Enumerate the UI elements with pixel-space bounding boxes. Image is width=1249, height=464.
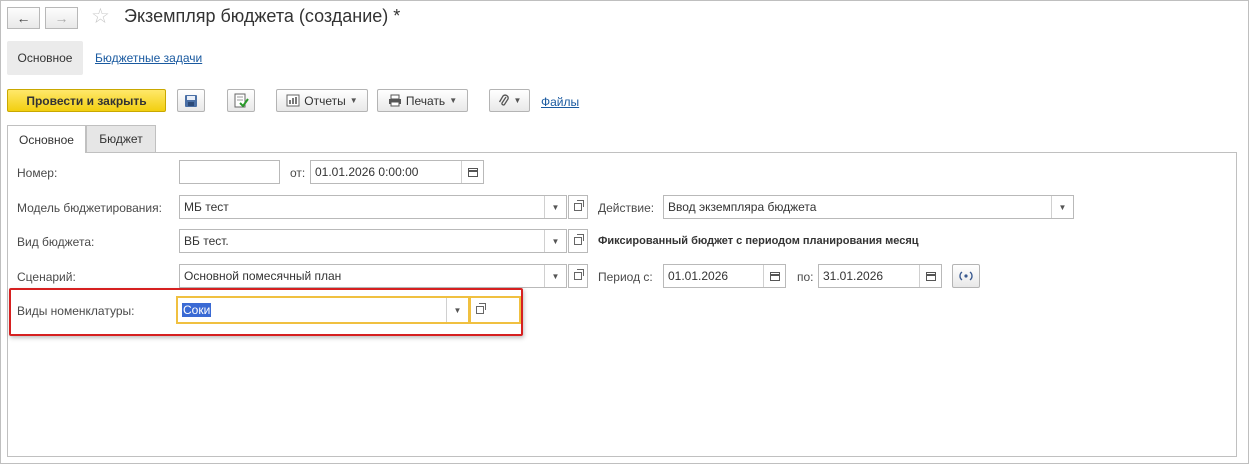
page-title: Экземпляр бюджета (создание) * xyxy=(124,6,401,26)
scenario-dropdown-button[interactable]: ▼ xyxy=(544,265,566,287)
scenario-open-button[interactable] xyxy=(568,264,588,288)
period-to-label: по: xyxy=(797,270,814,284)
model-value: МБ тест xyxy=(184,200,229,214)
date-input[interactable]: 01.01.2026 0:00:00 xyxy=(310,160,484,184)
chevron-down-icon: ▼ xyxy=(449,96,458,105)
model-open-button[interactable] xyxy=(568,195,588,219)
action-value: Ввод экземпляра бюджета xyxy=(668,200,817,214)
period-to-value: 31.01.2026 xyxy=(823,269,884,283)
tab-budget[interactable]: Бюджет xyxy=(86,125,156,152)
chevron-down-icon: ▼ xyxy=(513,96,522,105)
scenario-select[interactable]: Основной помесячный план ▼ xyxy=(179,264,567,288)
open-icon xyxy=(476,303,486,314)
arrow-left-icon: ← xyxy=(16,10,31,26)
period-to-calendar-button[interactable] xyxy=(919,265,941,287)
scenario-value: Основной помесячный план xyxy=(184,269,342,283)
floppy-disk-icon xyxy=(185,94,197,107)
nomenclature-select[interactable]: Соки ▼ xyxy=(176,296,470,324)
reports-button[interactable]: Отчеты ▼ xyxy=(276,89,368,112)
budget-type-label: Вид бюджета: xyxy=(17,235,95,249)
save-button[interactable] xyxy=(177,89,205,112)
select-period-button[interactable] xyxy=(952,264,980,288)
section-tab-main[interactable]: Основное xyxy=(7,41,83,75)
action-label: Действие: xyxy=(598,201,655,215)
scenario-label: Сценарий: xyxy=(17,270,76,284)
period-from-label: Период с: xyxy=(598,270,653,284)
budget-type-value: ВБ тест. xyxy=(184,234,229,248)
budget-type-select[interactable]: ВБ тест. ▼ xyxy=(179,229,567,253)
model-dropdown-button[interactable]: ▼ xyxy=(544,196,566,218)
calendar-button[interactable] xyxy=(461,161,483,183)
nomenclature-value: Соки xyxy=(182,303,212,317)
open-icon xyxy=(574,234,584,245)
number-input[interactable] xyxy=(179,160,280,184)
budget-type-open-button[interactable] xyxy=(568,229,588,253)
tab-main[interactable]: Основное xyxy=(7,125,86,153)
post-document-icon xyxy=(234,93,249,108)
open-icon xyxy=(574,200,584,211)
favorite-star-icon[interactable]: ☆ xyxy=(91,4,110,29)
print-button[interactable]: Печать ▼ xyxy=(377,89,468,112)
nomenclature-dropdown-button[interactable]: ▼ xyxy=(446,298,468,322)
nomenclature-label: Виды номенклатуры: xyxy=(17,304,135,318)
print-label: Печать xyxy=(405,93,446,108)
model-label: Модель бюджетирования: xyxy=(17,201,162,215)
number-label: Номер: xyxy=(17,166,58,180)
post-and-close-button[interactable]: Провести и закрыть xyxy=(7,89,166,112)
back-button[interactable]: ← xyxy=(7,7,40,29)
forward-button[interactable]: → xyxy=(45,7,78,29)
period-from-value: 01.01.2026 xyxy=(668,269,729,283)
section-tab-budget-tasks[interactable]: Бюджетные задачи xyxy=(95,51,202,65)
arrow-right-icon: → xyxy=(54,10,69,26)
fixed-budget-note: Фиксированный бюджет с периодом планиров… xyxy=(598,235,919,247)
period-selector-icon xyxy=(959,271,973,281)
calendar-icon xyxy=(769,271,780,281)
period-from-calendar-button[interactable] xyxy=(763,265,785,287)
budget-type-dropdown-button[interactable]: ▼ xyxy=(544,230,566,252)
date-value: 01.01.2026 0:00:00 xyxy=(315,165,419,179)
files-link[interactable]: Файлы xyxy=(541,95,579,109)
chevron-down-icon: ▼ xyxy=(349,96,358,105)
post-button[interactable] xyxy=(227,89,255,112)
attach-button[interactable]: ▼ xyxy=(489,89,530,112)
action-dropdown-button[interactable]: ▼ xyxy=(1051,196,1073,218)
calendar-icon xyxy=(925,271,936,281)
open-icon xyxy=(574,269,584,280)
period-to-input[interactable]: 31.01.2026 xyxy=(818,264,942,288)
reports-label: Отчеты xyxy=(304,93,346,108)
paperclip-icon xyxy=(498,93,509,106)
action-select[interactable]: Ввод экземпляра бюджета ▼ xyxy=(663,195,1074,219)
reports-icon xyxy=(286,94,300,107)
from-label: от: xyxy=(290,166,306,180)
printer-icon xyxy=(388,94,401,107)
period-from-input[interactable]: 01.01.2026 xyxy=(663,264,786,288)
calendar-icon xyxy=(467,167,478,177)
nomenclature-open-button[interactable] xyxy=(469,296,521,324)
model-select[interactable]: МБ тест ▼ xyxy=(179,195,567,219)
